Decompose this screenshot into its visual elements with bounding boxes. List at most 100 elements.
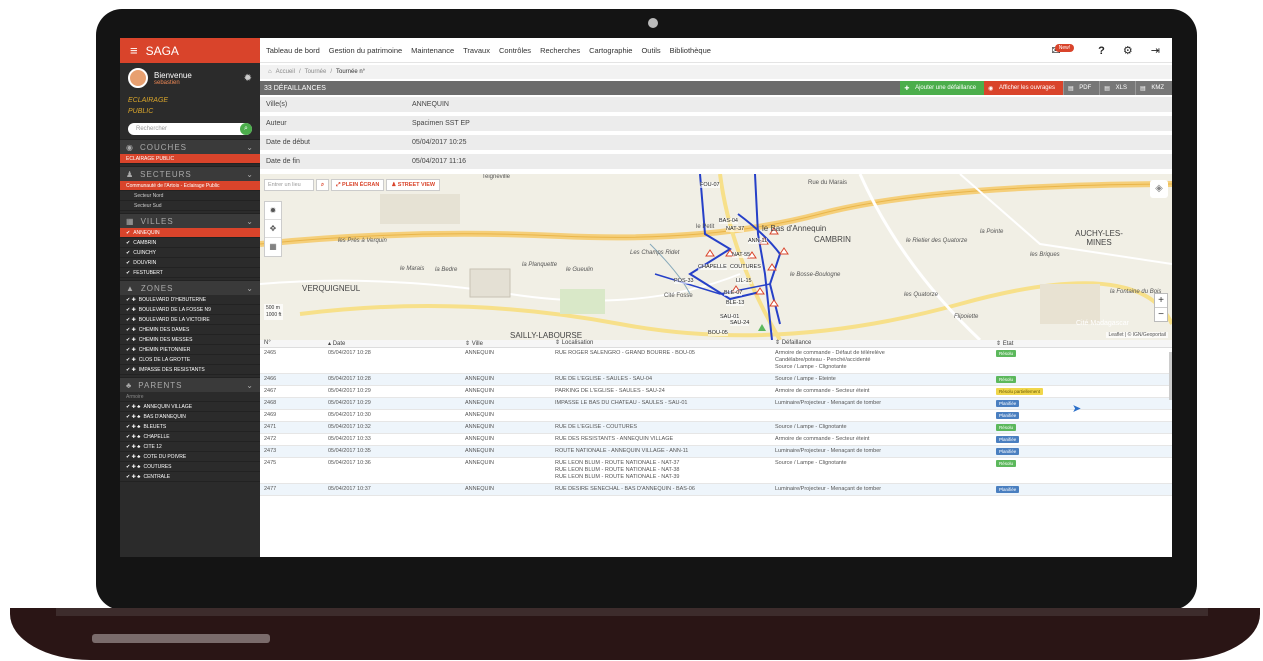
- nav-item[interactable]: Bibliothèque: [670, 46, 711, 55]
- parent-item[interactable]: ✔ ✚ ♣ COUTURES: [120, 462, 260, 472]
- move-icon[interactable]: ✥: [265, 220, 281, 238]
- menu-icon[interactable]: ≡: [130, 43, 138, 58]
- col-ville[interactable]: ⇕ Ville: [461, 340, 551, 347]
- table-row[interactable]: 2467 05/04/2017 10:29 ANNEQUIN PARKING DE L…: [260, 386, 1172, 398]
- home-icon[interactable]: ⌂: [268, 69, 272, 75]
- col-localisation[interactable]: ⇕ Localisation: [551, 340, 771, 347]
- breadcrumb-mid[interactable]: Tournée: [305, 69, 327, 75]
- ville-item[interactable]: ✔ CAMBRIN: [120, 238, 260, 248]
- map-point-label[interactable]: ANN-11: [748, 238, 768, 244]
- secteur-item[interactable]: Secteur Nord: [120, 191, 260, 201]
- checkbox-icon[interactable]: ✔ ✚ ♣: [126, 424, 140, 430]
- checkbox-icon[interactable]: ✔ ✚ ♣: [126, 464, 140, 470]
- settings-icon[interactable]: ⚙: [1123, 44, 1133, 57]
- table-row[interactable]: 2468 05/04/2017 10:29 ANNEQUIN IMPASSE LE B…: [260, 398, 1172, 410]
- streetview-button[interactable]: ♟ STREET VIEW: [386, 179, 441, 191]
- map-point-label[interactable]: NAT-55: [732, 252, 751, 258]
- section-zones[interactable]: ▲ ZONES ⌄: [120, 280, 260, 295]
- status-badge[interactable]: Résolu: [996, 424, 1017, 431]
- export-xls-button[interactable]: ▤ XLS: [1099, 81, 1135, 95]
- zoom-in-button[interactable]: +: [1155, 294, 1167, 308]
- col-n[interactable]: N°: [260, 340, 324, 347]
- nav-item[interactable]: Cartographie: [589, 46, 632, 55]
- checkbox-icon[interactable]: ✔ ✚ ♣: [126, 474, 140, 480]
- checkbox-icon[interactable]: ✔: [126, 240, 130, 246]
- zone-item[interactable]: ✔ ✚ BOULEVARD DE LA VICTOIRE: [120, 315, 260, 325]
- map-search-button[interactable]: ⌕: [316, 179, 330, 191]
- col-date[interactable]: ▴ Date: [324, 340, 461, 347]
- parent-item[interactable]: ✔ ✚ ♣ ANNEQUIN VILLAGE: [120, 402, 260, 412]
- zone-item[interactable]: ✔ ✚ IMPASSE DES RESISTANTS: [120, 365, 260, 375]
- table-row[interactable]: 2465 05/04/2017 10:28 ANNEQUIN RUE ROGER SA…: [260, 348, 1172, 374]
- status-badge[interactable]: Résolu partiellement: [996, 388, 1044, 395]
- status-badge[interactable]: Résolu: [996, 460, 1017, 467]
- parent-item[interactable]: ✔ ✚ ♣ BLEUETS: [120, 422, 260, 432]
- parent-item[interactable]: ✔ ✚ ♣ CITE 12: [120, 442, 260, 452]
- status-badge[interactable]: Planifiée: [996, 448, 1020, 455]
- checkbox-icon[interactable]: ✔: [126, 230, 130, 236]
- zone-item[interactable]: ✔ ✚ CHEMIN DES DAMES: [120, 325, 260, 335]
- table-scrollbar[interactable]: [1169, 352, 1172, 400]
- status-badge[interactable]: Résolu: [996, 376, 1017, 383]
- checkbox-icon[interactable]: ✔ ✚: [126, 327, 136, 333]
- table-row[interactable]: 2472 05/04/2017 10:33 ANNEQUIN RUE DES RESI…: [260, 434, 1172, 446]
- checkbox-icon[interactable]: ✔: [126, 270, 130, 276]
- mail-icon[interactable]: ✉New!: [1052, 44, 1081, 57]
- help-icon[interactable]: ?: [1098, 45, 1105, 57]
- parent-item[interactable]: ✔ ✚ ♣ BAS D'ANNEQUIN: [120, 412, 260, 422]
- col-etat[interactable]: ⇕ Etat: [992, 340, 1162, 347]
- table-row[interactable]: 2466 05/04/2017 10:28 ANNEQUIN RUE DE L'EGL…: [260, 374, 1172, 386]
- map-point-label[interactable]: CHAPELLE: [698, 264, 727, 270]
- status-badge[interactable]: Planifiée: [996, 436, 1020, 443]
- parent-item[interactable]: ✔ ✚ ♣ COTE DU POIVRE: [120, 452, 260, 462]
- gear-icon[interactable]: ✹: [244, 73, 252, 84]
- table-row[interactable]: 2473 05/04/2017 10:35 ANNEQUIN ROUTE NATION…: [260, 446, 1172, 458]
- section-villes[interactable]: ▦ VILLES ⌄: [120, 213, 260, 228]
- nav-item[interactable]: Contrôles: [499, 46, 531, 55]
- zoom-out-button[interactable]: −: [1155, 308, 1167, 321]
- table-row[interactable]: 2471 05/04/2017 10:32 ANNEQUIN RUE DE L'EGL…: [260, 422, 1172, 434]
- export-kmz-button[interactable]: ▤ KMZ: [1134, 81, 1172, 95]
- status-badge[interactable]: Planifiée: [996, 400, 1020, 407]
- checkbox-icon[interactable]: ✔ ✚: [126, 337, 136, 343]
- zone-item[interactable]: ✔ ✚ CHEMIN PIETONNIER: [120, 345, 260, 355]
- ville-item[interactable]: ✔ ANNEQUIN: [120, 228, 260, 238]
- nav-item[interactable]: Outils: [641, 46, 660, 55]
- table-row[interactable]: 2477 05/04/2017 10:37 ANNEQUIN RUE DESIRE S…: [260, 484, 1172, 496]
- parent-item[interactable]: ✔ ✚ ♣ CENTRALE: [120, 472, 260, 482]
- add-defaillance-button[interactable]: ✚ Ajouter une défaillance: [900, 81, 985, 95]
- checkbox-icon[interactable]: ✔ ✚ ♣: [126, 404, 140, 410]
- export-pdf-button[interactable]: ▤ PDF: [1062, 81, 1100, 95]
- checkbox-icon[interactable]: ✔: [126, 250, 130, 256]
- secteur-item[interactable]: Secteur Sud: [120, 201, 260, 211]
- status-badge[interactable]: Résolu: [996, 350, 1017, 357]
- gear-icon[interactable]: ✹: [265, 202, 281, 220]
- ville-item[interactable]: ✔ FESTUBERT: [120, 268, 260, 278]
- checkbox-icon[interactable]: ✔: [126, 260, 130, 266]
- checkbox-icon[interactable]: ✔ ✚: [126, 357, 136, 363]
- logout-icon[interactable]: ⇥: [1151, 44, 1160, 57]
- status-badge[interactable]: Planifiée: [996, 412, 1020, 419]
- couche-item[interactable]: ECLAIRAGE PUBLIC: [120, 154, 260, 164]
- map-point-label[interactable]: POS-33: [674, 278, 694, 284]
- table-row[interactable]: 2469 05/04/2017 10:30 ANNEQUIN Planifiée: [260, 410, 1172, 422]
- map-point-label[interactable]: SAU-24: [730, 320, 750, 326]
- zone-item[interactable]: ✔ ✚ BOULEVARD DE LA FOSSE N9: [120, 305, 260, 315]
- section-couches[interactable]: ◉ COUCHES ⌄: [120, 139, 260, 154]
- checkbox-icon[interactable]: ✔ ✚: [126, 347, 136, 353]
- section-parents[interactable]: ♣ PARENTS ⌄: [120, 377, 260, 392]
- table-row[interactable]: 2475 05/04/2017 10:36 ANNEQUIN RUE LEON BLU…: [260, 458, 1172, 484]
- search-icon[interactable]: ⌕: [240, 123, 252, 135]
- map-point-label[interactable]: FOU-07: [700, 182, 720, 188]
- sidebar-search-input[interactable]: Rechercher ⌕: [128, 123, 252, 135]
- zone-item[interactable]: ✔ ✚ CHEMIN DES MESSES: [120, 335, 260, 345]
- status-badge[interactable]: Planifiée: [996, 486, 1020, 493]
- col-defaillance[interactable]: ⇕ Défaillance: [771, 340, 992, 347]
- map-point-label[interactable]: BAS-04: [719, 218, 738, 224]
- breadcrumb-home[interactable]: Accueil: [276, 69, 295, 75]
- fullscreen-button[interactable]: ⤢ PLEIN ÉCRAN: [331, 179, 385, 191]
- map-point-label[interactable]: BOU-05: [708, 330, 728, 336]
- nav-item[interactable]: Maintenance: [411, 46, 454, 55]
- parent-item[interactable]: ✔ ✚ ♣ CHAPELLE: [120, 432, 260, 442]
- nav-item[interactable]: Gestion du patrimoine: [329, 46, 402, 55]
